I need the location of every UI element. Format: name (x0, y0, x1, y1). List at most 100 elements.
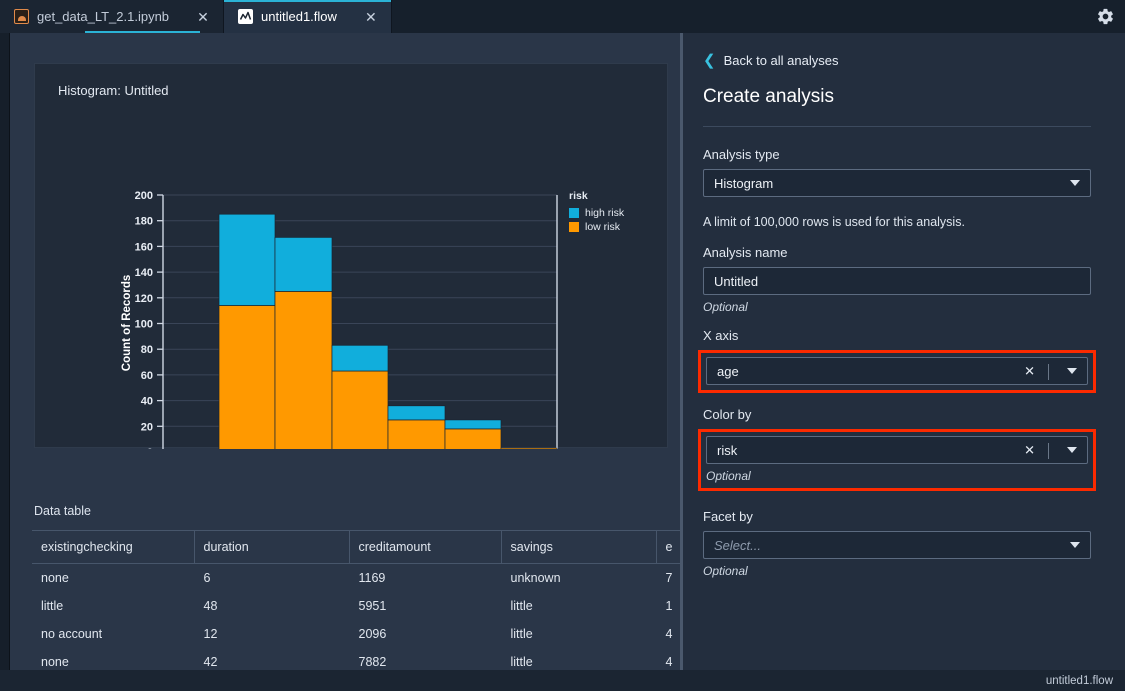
histogram-chart: 200 180 160 140 120 100 80 60 40 20 0 (121, 190, 558, 449)
x-axis-highlight-box: age ✕ (698, 350, 1096, 393)
tab-flow-label: untitled1.flow (261, 9, 337, 24)
x-axis-clear-icon[interactable]: ✕ (1024, 365, 1035, 378)
row-limit-note: A limit of 100,000 rows is used for this… (703, 215, 965, 229)
column-header-creditamount[interactable]: creditamount (349, 530, 502, 564)
cell-existingchecking: no account (41, 627, 103, 641)
cell-e: 1 (665, 599, 673, 613)
column-header-savings[interactable]: savings (501, 530, 657, 564)
x-axis-separator (1048, 364, 1049, 380)
column-header-existingchecking[interactable]: existingchecking (32, 530, 195, 564)
analysis-name-optional-note: Optional (703, 300, 748, 314)
x-axis-value: age (717, 363, 739, 379)
x-axis-select[interactable]: age ✕ (706, 357, 1088, 385)
color-by-highlight-box: risk ✕ Optional (698, 429, 1096, 491)
table-row: none 42 7882 little 4 (32, 648, 680, 670)
color-by-separator (1048, 443, 1049, 459)
data-table-scroll-region[interactable]: existingchecking duration creditamount s… (32, 530, 680, 670)
analysis-name-value: Untitled (714, 273, 759, 289)
cell-existingchecking: none (41, 571, 69, 585)
analysis-preview-pane: Histogram: Untitled 200 180 160 140 120 … (10, 33, 680, 670)
table-header-row: existingchecking duration creditamount s… (32, 530, 680, 564)
cell-duration: 6 (203, 571, 211, 585)
analysis-type-value: Histogram (714, 175, 774, 191)
cell-e: 4 (665, 627, 673, 641)
svg-text:20: 20 (141, 421, 153, 433)
back-to-all-analyses-link[interactable]: ❮ Back to all analyses (703, 53, 1091, 68)
svg-text:180: 180 (135, 216, 153, 228)
legend-label-low-risk: low risk (585, 221, 621, 233)
table-row: no account 12 2096 little 4 (32, 620, 680, 648)
cell-existingchecking: little (41, 599, 64, 613)
tab-flow[interactable]: untitled1.flow ✕ (224, 0, 392, 33)
tab-bar: get_data_LT_2.1.ipynb ✕ untitled1.flow ✕ (0, 0, 1125, 33)
table-row: little 48 5951 little 1 (32, 592, 680, 620)
svg-text:160: 160 (135, 241, 153, 253)
left-edge-strip (0, 33, 10, 670)
chevron-down-icon (1070, 180, 1080, 186)
column-header-e[interactable]: e (656, 530, 680, 564)
application-window: get_data_LT_2.1.ipynb ✕ untitled1.flow ✕… (0, 0, 1125, 691)
facet-by-label: Facet by (703, 509, 753, 524)
cell-creditamount: 7882 (358, 655, 387, 669)
color-by-select[interactable]: risk ✕ (706, 436, 1088, 464)
color-by-clear-icon[interactable]: ✕ (1024, 444, 1035, 457)
page-title: Create analysis (703, 86, 834, 107)
svg-text:100: 100 (135, 319, 153, 331)
data-table: existingchecking duration creditamount s… (32, 530, 680, 670)
cell-e: 4 (665, 655, 673, 669)
tab-bar-spacer (391, 0, 1085, 33)
analysis-name-input[interactable]: Untitled (703, 267, 1091, 295)
column-header-duration[interactable]: duration (194, 530, 350, 564)
gear-icon[interactable] (1085, 0, 1125, 33)
svg-text:0: 0 (147, 447, 153, 449)
tab-notebook[interactable]: get_data_LT_2.1.ipynb ✕ (0, 0, 225, 33)
cell-savings: little (510, 627, 533, 641)
chevron-down-icon (1067, 447, 1077, 453)
svg-text:200: 200 (135, 190, 153, 202)
svg-text:40: 40 (141, 396, 153, 408)
tab-notebook-close-icon[interactable]: ✕ (195, 9, 211, 25)
legend-item-high-risk[interactable]: high risk (569, 207, 624, 219)
analysis-name-label: Analysis name (703, 245, 788, 260)
histogram-card: Histogram: Untitled 200 180 160 140 120 … (34, 63, 668, 449)
color-by-optional-note: Optional (706, 469, 751, 483)
chevron-down-icon (1067, 368, 1077, 374)
cell-duration: 12 (203, 627, 218, 641)
svg-text:120: 120 (135, 293, 153, 305)
svg-text:60: 60 (141, 370, 153, 382)
cell-savings: little (510, 599, 533, 613)
facet-by-placeholder: Select... (714, 537, 761, 553)
legend-item-low-risk[interactable]: low risk (569, 221, 624, 233)
analysis-type-select[interactable]: Histogram (703, 169, 1091, 197)
x-axis-label: X axis (703, 328, 739, 343)
tab-flow-close-icon[interactable]: ✕ (363, 9, 379, 25)
cell-e: 7 (665, 571, 673, 585)
table-row: none 6 1169 unknown 7 (32, 564, 680, 593)
svg-text:140: 140 (135, 267, 153, 279)
legend-swatch-low-risk (569, 222, 579, 232)
cell-duration: 42 (203, 655, 218, 669)
chevron-down-icon (1070, 542, 1080, 548)
cell-savings: unknown (510, 571, 561, 585)
cell-creditamount: 1169 (358, 571, 386, 585)
legend-swatch-high-risk (569, 208, 579, 218)
back-link-label: Back to all analyses (723, 53, 839, 68)
chevron-left-icon: ❮ (703, 52, 716, 69)
legend-title: risk (569, 190, 588, 202)
analysis-type-label: Analysis type (703, 147, 780, 162)
cell-creditamount: 5951 (358, 599, 387, 613)
status-bar: untitled1.flow (0, 670, 1125, 691)
legend-label-high-risk: high risk (585, 207, 625, 219)
create-analysis-panel: ❮ Back to all analyses Create analysis A… (683, 33, 1125, 670)
cell-duration: 48 (203, 599, 218, 613)
svg-text:80: 80 (141, 344, 153, 356)
notebook-icon (14, 9, 29, 24)
data-table-label: Data table (34, 504, 91, 518)
status-bar-filename: untitled1.flow (1045, 674, 1113, 687)
flow-icon (238, 9, 254, 24)
y-axis-label: Count of Records (121, 275, 133, 371)
facet-by-select[interactable]: Select... (703, 531, 1091, 559)
color-by-value: risk (717, 442, 738, 458)
cell-savings: little (510, 655, 533, 669)
color-by-label: Color by (703, 407, 752, 422)
